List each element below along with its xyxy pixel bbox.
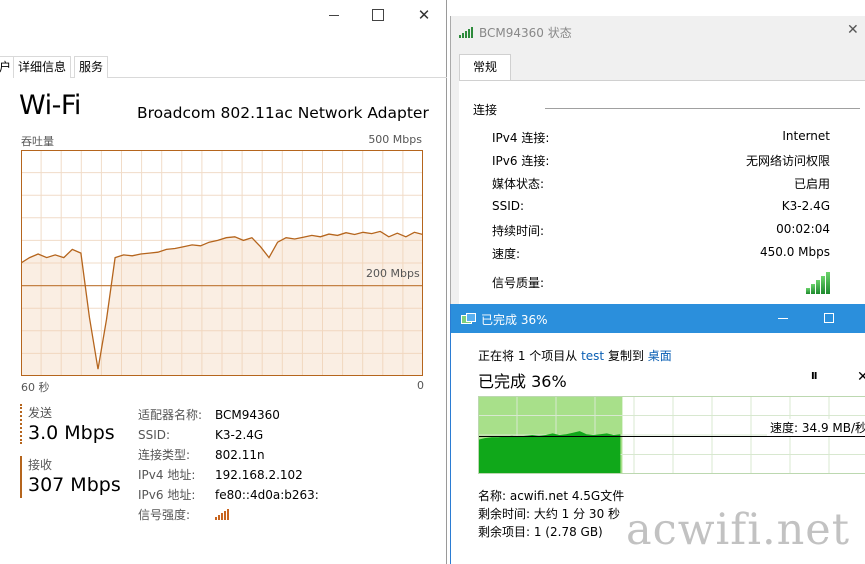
status-key: IPv6 连接: [492,154,550,168]
speed-area [478,431,621,474]
send-stat: 发送 3.0 Mbps [20,404,115,444]
detail-value: fe80::4d0a:b263: [215,488,319,502]
status-value: 已启用 [793,177,830,191]
scale-max-label: 500 Mbps [368,133,422,146]
status-row: IPv6 连接: 无网络访问权限 [492,152,830,170]
status-value: 00:02:04 [776,222,830,236]
copy-desc-prefix: 正在将 1 个项目从 [478,349,582,363]
detail-key: SSID: [138,428,171,442]
task-manager-window: ✕ 户 详细信息 服务 Wi-Fi Broadcom 802.11ac Netw… [0,0,447,564]
percent-complete: 已完成 36% [478,372,567,391]
status-dialog-title-text: BCM94360 状态 [479,25,572,40]
scale-mid-label: 200 Mbps [366,267,420,280]
copy-info: 名称: acwifi.net 4.5G文件 剩余时间: 大约 1 分 30 秒 … [478,487,624,541]
time-right-label: 0 [417,379,424,392]
tab-general[interactable]: 常规 [459,54,511,81]
status-dialog-body: 连接 IPv4 连接: Internet IPv6 连接: 无网络访问权限 媒体… [459,80,865,316]
status-row: 速度: 450.0 Mbps [492,245,830,263]
task-manager-tabs: 户 详细信息 服务 [0,56,447,78]
status-row: 信号质量: [492,272,830,294]
minimize-button[interactable] [322,4,346,26]
source-link[interactable]: test [581,349,604,363]
status-key: 持续时间: [492,224,545,238]
time-remaining: 剩余时间: 大约 1 分 30 秒 [478,507,621,521]
status-row: 持续时间: 00:02:04 [492,222,830,240]
detail-value: 192.168.2.102 [215,468,303,482]
copy-dialog-titlebar: 已完成 36% [451,304,865,333]
minimize-button[interactable] [778,318,788,319]
time-left-label: 60 秒 [21,381,50,394]
throughput-graph [21,150,423,376]
copy-description: 正在将 1 个项目从 test 复制到 桌面 [478,347,672,364]
detail-key: 信号强度: [138,508,191,522]
task-manager-titlebar: ✕ [0,0,447,30]
send-value: 3.0 Mbps [28,422,115,444]
copy-desc-mid: 复制到 [604,349,648,363]
status-key: SSID: [492,199,525,213]
status-value: K3-2.4G [781,199,830,213]
status-dialog-title: BCM94360 状态 [459,23,572,41]
cancel-button[interactable]: ✕ [857,369,865,385]
page-title: Wi-Fi [19,90,81,121]
copy-speed: 速度: 34.9 MB/秒 [767,419,865,436]
status-key: 速度: [492,247,521,261]
receive-label: 接收 [28,458,53,472]
detail-value: 802.11n [215,448,265,462]
section-title: 连接 [473,103,498,117]
detail-value: K3-2.4G [215,428,264,442]
receive-stat: 接收 307 Mbps [20,456,121,498]
status-row: SSID: K3-2.4G [492,199,830,217]
file-name: 名称: acwifi.net 4.5G文件 [478,489,625,503]
signal-strength-icon [215,509,229,520]
tab-details[interactable]: 详细信息 [13,56,72,78]
adapter-name: Broadcom 802.11ac Network Adapter [137,104,429,122]
wifi-signal-icon [459,26,473,38]
items-remaining: 剩余项目: 1 (2.78 GB) [478,525,603,539]
copy-dialog-title: 已完成 36% [481,313,548,327]
pause-button[interactable]: II [811,371,818,382]
close-button[interactable]: ✕ [847,22,859,38]
adapter-status-dialog: BCM94360 状态 ✕ 常规 连接 IPv4 连接: Internet IP… [450,16,865,316]
throughput-label: 吞吐量 [21,135,54,148]
maximize-button[interactable] [366,4,390,26]
receive-value: 307 Mbps [28,474,121,496]
status-row: IPv4 连接: Internet [492,129,830,147]
maximize-button[interactable] [824,313,834,323]
status-value: Internet [782,129,830,143]
detail-key: 连接类型: [138,448,191,462]
detail-key: IPv4 地址: [138,468,196,482]
status-key: IPv4 连接: [492,131,550,145]
close-button[interactable]: ✕ [412,4,436,26]
status-value: 450.0 Mbps [759,245,830,259]
status-key: 媒体状态: [492,177,545,191]
status-value: 无网络访问权限 [745,154,830,168]
detail-key: IPv6 地址: [138,488,196,502]
destination-link[interactable]: 桌面 [648,349,672,363]
status-row: 媒体状态: 已启用 [492,175,830,193]
tab-services[interactable]: 服务 [74,56,109,78]
send-label: 发送 [28,406,53,420]
detail-value: BCM94360 [215,408,280,422]
detail-key: 适配器名称: [138,408,203,422]
watermark: acwifi.net [626,505,851,555]
section-divider [545,108,860,109]
status-key: 信号质量: [492,276,545,290]
copy-icon [461,313,476,324]
signal-quality-icon [806,272,830,294]
